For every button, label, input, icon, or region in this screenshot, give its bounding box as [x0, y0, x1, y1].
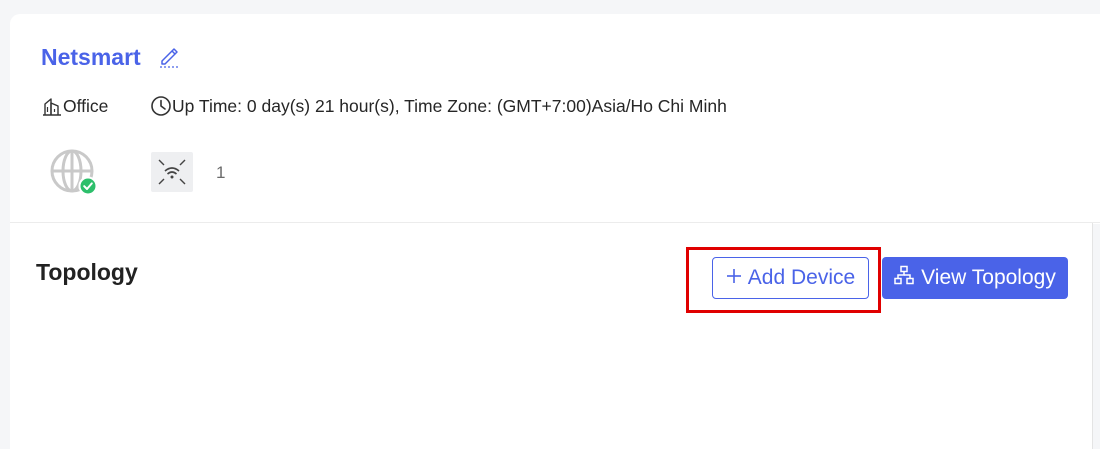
- clock-icon: [150, 95, 172, 117]
- network-tree-icon: [894, 265, 914, 291]
- location-label: Office: [63, 95, 109, 116]
- view-topology-button[interactable]: View Topology: [882, 257, 1068, 299]
- uptime-text: Up Time: 0 day(s) 21 hour(s), Time Zone:…: [172, 95, 727, 116]
- access-point-tile[interactable]: [151, 152, 193, 192]
- add-device-label: Add Device: [747, 266, 856, 289]
- wifi-access-point-icon: [151, 159, 193, 196]
- check-circle-icon: [78, 176, 98, 196]
- building-icon: [42, 96, 63, 117]
- site-location: Office: [42, 94, 108, 118]
- plus-icon: [726, 266, 742, 290]
- view-topology-label: View Topology: [921, 266, 1056, 289]
- access-point-count: 1: [216, 163, 226, 182]
- card-border: [1092, 223, 1093, 449]
- globe-icon: [48, 148, 98, 198]
- site-name: Netsmart: [41, 44, 141, 70]
- edit-icon[interactable]: [158, 44, 180, 68]
- site-uptime: Up Time: 0 day(s) 21 hour(s), Time Zone:…: [150, 94, 727, 118]
- topology-title: Topology: [36, 259, 138, 285]
- add-device-button[interactable]: Add Device: [712, 257, 869, 299]
